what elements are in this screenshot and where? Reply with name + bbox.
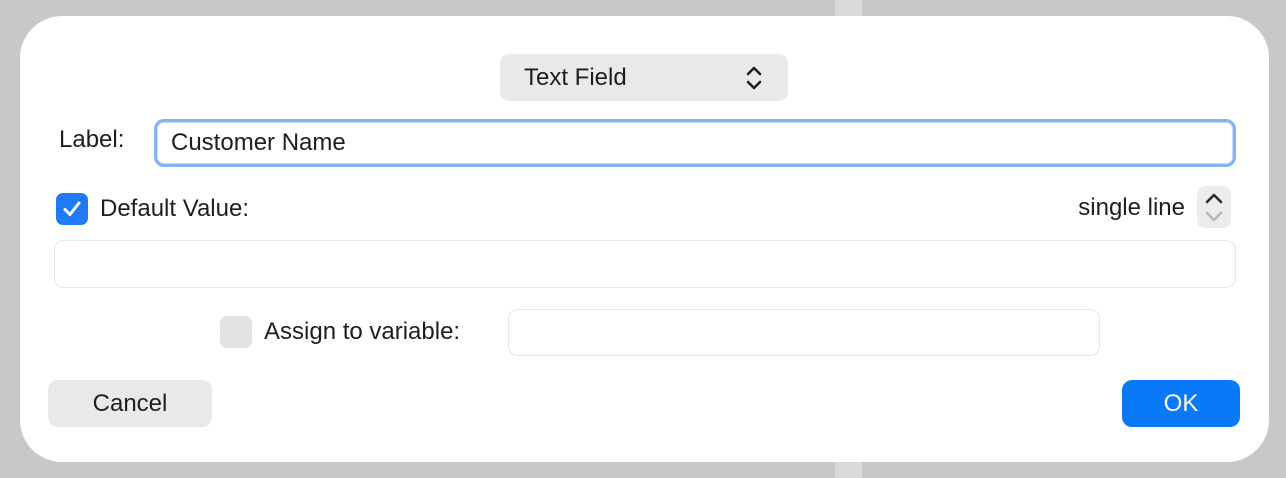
cancel-button[interactable]: Cancel <box>48 380 212 427</box>
ok-button[interactable]: OK <box>1122 380 1240 427</box>
assign-variable-checkbox[interactable] <box>220 316 252 348</box>
label-input[interactable] <box>154 119 1236 167</box>
default-value-checkbox[interactable] <box>56 193 88 225</box>
chevron-up-down-icon <box>746 66 762 89</box>
field-type-value: Text Field <box>524 63 627 91</box>
variable-name-input[interactable] <box>508 309 1100 356</box>
label-field-label: Label: <box>59 126 125 153</box>
default-value-input[interactable] <box>54 240 1236 288</box>
default-value-label: Default Value: <box>100 195 249 222</box>
field-type-popup[interactable]: Text Field <box>500 54 788 101</box>
line-mode-label: single line <box>1078 194 1185 221</box>
line-mode-stepper[interactable] <box>1197 186 1231 228</box>
text-field-dialog: Text Field Label: Default Value: single … <box>20 16 1269 462</box>
assign-variable-label: Assign to variable: <box>264 318 461 345</box>
stepper-arrows-icon <box>1205 193 1223 222</box>
checkmark-icon <box>63 201 81 216</box>
